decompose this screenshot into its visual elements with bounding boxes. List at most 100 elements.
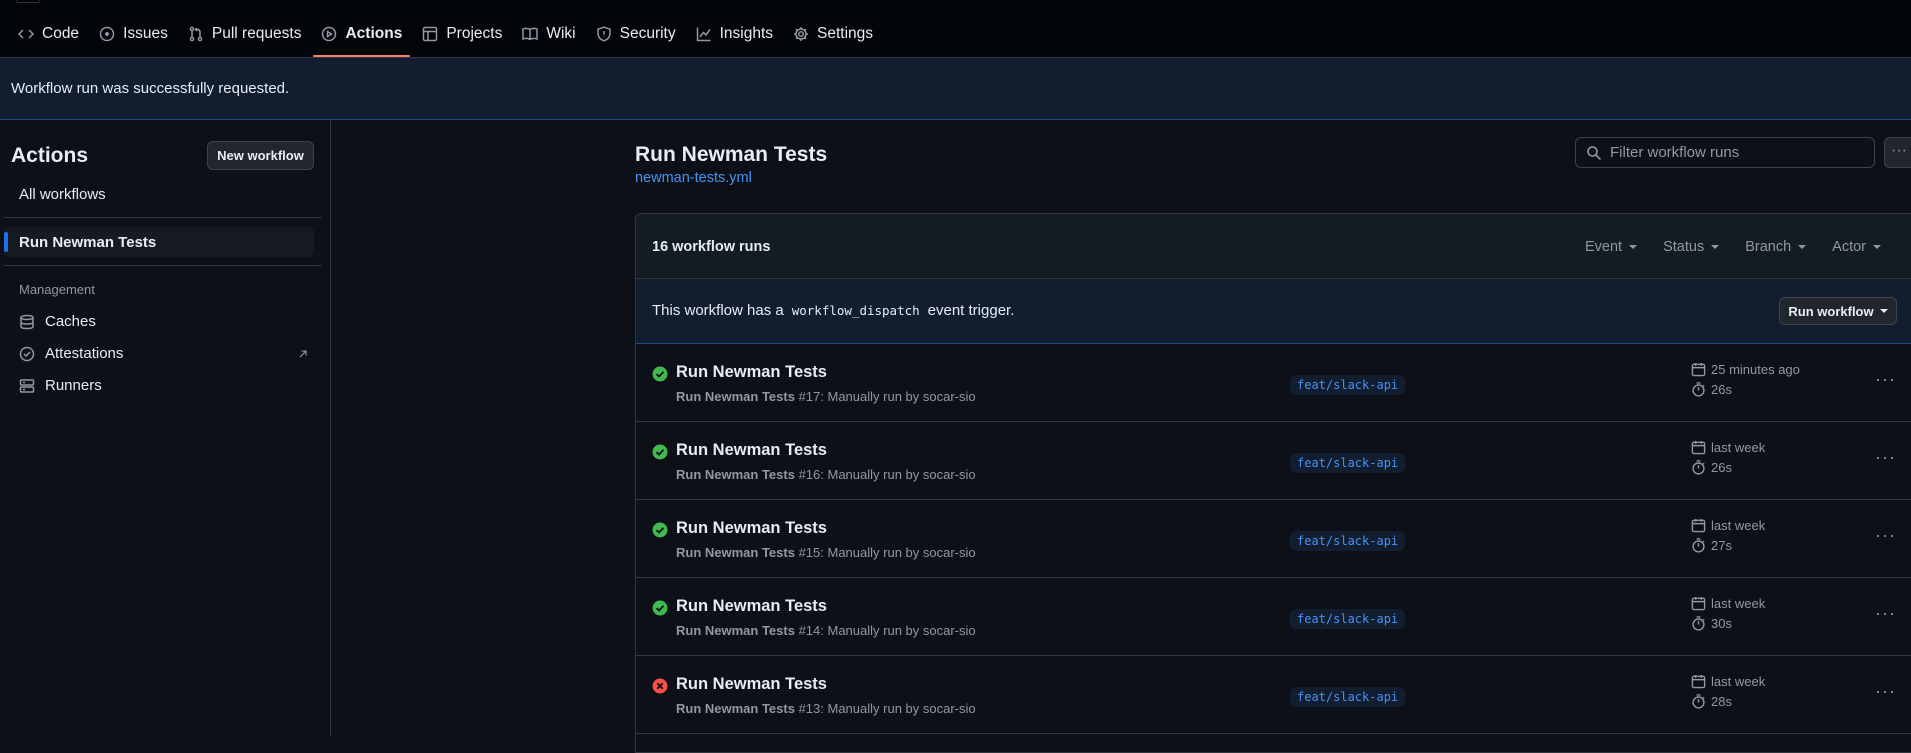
run-workflow-button[interactable]: Run workflow: [1779, 297, 1897, 325]
run-duration: 26s: [1691, 382, 1732, 397]
run-title[interactable]: Run Newman Tests: [676, 519, 827, 538]
code-icon: [18, 29, 34, 39]
run-workflow-label: Run workflow: [1788, 303, 1874, 319]
tab-insights[interactable]: Insights: [686, 20, 783, 48]
tab-code[interactable]: Code: [8, 20, 89, 48]
filter-label: Status: [1663, 239, 1705, 255]
workflow-run-row[interactable]: Run Newman Tests Run Newman Tests #16: M…: [636, 422, 1911, 500]
workflow-run-row[interactable]: Run Newman Tests Run Newman Tests #14: M…: [636, 578, 1911, 656]
sidebar-item-label: Attestations: [45, 345, 124, 362]
sidebar-title: Actions: [11, 144, 89, 167]
sidebar-item-label: Runners: [45, 377, 102, 394]
run-subtitle: Run Newman Tests #14: Manually run by so…: [676, 623, 976, 638]
run-duration-text: 26s: [1711, 382, 1732, 397]
filter-label: Event: [1585, 239, 1623, 255]
workflow-title: Run Newman Tests: [635, 143, 828, 166]
run-when-text: last week: [1711, 518, 1766, 533]
dispatch-text-before: This workflow has a: [652, 302, 784, 319]
run-more-button[interactable]: ···: [1875, 369, 1896, 390]
status-filter[interactable]: Status: [1663, 239, 1720, 255]
tab-label: Code: [42, 25, 80, 42]
workflow-runs-box: 16 workflow runs Event Status Branch Act…: [635, 213, 1911, 753]
tab-security[interactable]: Security: [586, 20, 686, 48]
run-title[interactable]: Run Newman Tests: [676, 675, 827, 694]
run-when-text: 25 minutes ago: [1711, 362, 1800, 377]
run-duration: 27s: [1691, 538, 1732, 553]
tab-settings[interactable]: Settings: [783, 20, 883, 48]
run-subtitle: Run Newman Tests #17: Manually run by so…: [676, 389, 976, 404]
tab-issues[interactable]: Issues: [89, 20, 178, 48]
issue-icon: [99, 26, 115, 42]
run-more-button[interactable]: ···: [1875, 525, 1896, 546]
runs-filters: Event Status Branch Actor: [1585, 239, 1881, 255]
branch-badge[interactable]: feat/slack-api: [1290, 453, 1406, 473]
stopwatch-icon: [1692, 382, 1705, 397]
run-title[interactable]: Run Newman Tests: [676, 363, 827, 382]
actor-filter[interactable]: Actor: [1832, 239, 1881, 255]
tab-wiki[interactable]: Wiki: [512, 20, 585, 48]
divider: [4, 265, 322, 266]
branch-badge[interactable]: feat/slack-api: [1290, 687, 1406, 707]
workflow-run-row[interactable]: Run Newman Tests Run Newman Tests #17: M…: [636, 344, 1911, 422]
header-fragment: [16, 0, 40, 3]
branch-badge[interactable]: feat/slack-api: [1290, 609, 1406, 629]
success-check-icon: [652, 366, 668, 382]
run-title[interactable]: Run Newman Tests: [676, 441, 827, 460]
sidebar-item-run-newman-tests[interactable]: Run Newman Tests: [4, 227, 314, 257]
new-workflow-button[interactable]: New workflow: [207, 141, 314, 170]
actions-sidebar: Actions New workflow All workflows Run N…: [0, 120, 331, 737]
run-duration-text: 26s: [1711, 460, 1732, 475]
chevron-down-icon: [1711, 245, 1720, 249]
workflow-more-button[interactable]: ···: [1884, 137, 1911, 168]
tab-projects[interactable]: Projects: [412, 20, 512, 48]
workflow-run-row[interactable]: Run Newman Tests Run Newman Tests #15: M…: [636, 500, 1911, 578]
flash-message: Workflow run was successfully requested.: [11, 80, 290, 97]
gear-icon: [794, 27, 809, 41]
sidebar-item-all-workflows[interactable]: All workflows: [19, 186, 106, 203]
sidebar-item-runners[interactable]: Runners: [19, 377, 309, 394]
run-sub-rest: #17: Manually run by socar-sio: [798, 389, 976, 404]
run-sub-rest: #15: Manually run by socar-sio: [798, 545, 976, 560]
graph-icon: [696, 27, 711, 42]
run-duration-text: 27s: [1711, 538, 1732, 553]
runs-header: 16 workflow runs Event Status Branch Act…: [636, 214, 1911, 279]
run-more-button[interactable]: ···: [1875, 447, 1896, 468]
run-subtitle: Run Newman Tests #13: Manually run by so…: [676, 701, 976, 716]
run-subtitle: Run Newman Tests #16: Manually run by so…: [676, 467, 976, 482]
search-icon: [1587, 145, 1602, 160]
calendar-icon: [1691, 362, 1706, 377]
filter-label: Branch: [1745, 239, 1792, 255]
branch-filter[interactable]: Branch: [1745, 239, 1807, 255]
tab-pull-requests[interactable]: Pull requests: [178, 20, 312, 48]
workflow-file-link[interactable]: newman-tests.yml: [635, 170, 752, 186]
stopwatch-icon: [1692, 616, 1705, 631]
chevron-down-icon: [1798, 245, 1807, 249]
run-when-text: last week: [1711, 596, 1766, 611]
sidebar-item-attestations[interactable]: Attestations: [19, 345, 309, 362]
tab-label: Insights: [719, 25, 774, 42]
tab-actions[interactable]: Actions: [311, 20, 412, 57]
run-sub-name: Run Newman Tests: [676, 545, 795, 560]
check-circle-icon: [19, 346, 35, 361]
table-icon: [423, 26, 438, 42]
branch-badge[interactable]: feat/slack-api: [1290, 531, 1406, 551]
run-when: 25 minutes ago: [1691, 362, 1800, 377]
run-more-button[interactable]: ···: [1875, 681, 1896, 702]
run-title[interactable]: Run Newman Tests: [676, 597, 827, 616]
filter-workflow-runs-input[interactable]: Filter workflow runs: [1575, 137, 1875, 168]
branch-badge[interactable]: feat/slack-api: [1290, 375, 1406, 395]
stopwatch-icon: [1692, 694, 1705, 709]
stopwatch-icon: [1692, 538, 1705, 553]
run-duration: 30s: [1691, 616, 1732, 631]
run-subtitle: Run Newman Tests #15: Manually run by so…: [676, 545, 976, 560]
calendar-icon: [1691, 518, 1706, 533]
run-when: last week: [1691, 518, 1765, 533]
sidebar-item-caches[interactable]: Caches: [19, 313, 309, 330]
run-sub-rest: #13: Manually run by socar-sio: [798, 701, 976, 716]
workflow-run-row[interactable]: Run Newman Tests Run Newman Tests #13: M…: [636, 656, 1911, 734]
tab-label: Wiki: [546, 25, 576, 42]
tab-label: Actions: [345, 25, 403, 42]
run-more-button[interactable]: ···: [1875, 603, 1896, 624]
database-icon: [20, 314, 34, 329]
event-filter[interactable]: Event: [1585, 239, 1638, 255]
